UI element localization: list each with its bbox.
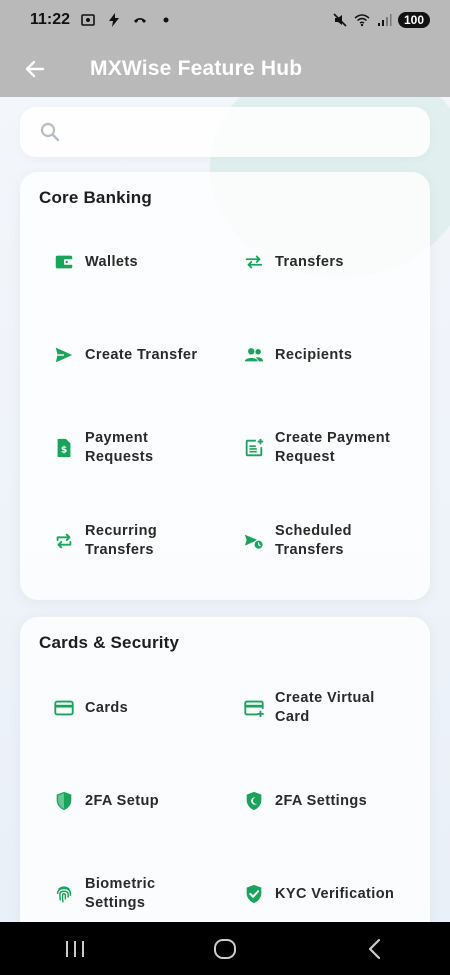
schedule-send-icon: [244, 534, 264, 550]
recent-apps-button[interactable]: [45, 929, 105, 969]
feature-create-transfer[interactable]: Create Transfer: [20, 315, 210, 395]
feature-create-payment-request[interactable]: Create Payment Request: [210, 408, 400, 488]
feature-label: Create Transfer: [85, 346, 198, 363]
fingerprint-icon: [56, 886, 72, 903]
feature-kyc-verification[interactable]: KYC Verification: [210, 854, 400, 922]
search-bar[interactable]: [20, 107, 430, 157]
feature-hub-content[interactable]: Core Banking Wallets Transfers Create Tr…: [0, 97, 450, 922]
feature-label: Wallets: [85, 253, 139, 270]
feature-label: Transfers: [275, 253, 344, 270]
verified-icon: [246, 884, 262, 904]
status-bar: 11:22 100: [0, 0, 450, 40]
page-title: MXWise Feature Hub: [90, 56, 303, 80]
swap-icon: [245, 255, 263, 269]
search-input[interactable]: [72, 122, 430, 142]
back-button[interactable]: [15, 49, 55, 89]
shield-moon-icon: [246, 791, 262, 811]
feature-label: Scheduled Transfers: [275, 523, 352, 558]
dot-icon: [163, 17, 169, 23]
feature-label: Biometric Settings: [85, 876, 156, 911]
section-title: Core Banking: [39, 188, 152, 207]
feature-cards[interactable]: Cards: [20, 668, 210, 748]
section-core-banking: Core Banking Wallets Transfers Create Tr…: [20, 172, 430, 600]
system-navigation-bar: [0, 922, 450, 975]
status-right: 100: [332, 12, 430, 28]
add-card-icon: [244, 700, 264, 718]
search-icon: [40, 122, 60, 142]
feature-recipients[interactable]: Recipients: [210, 315, 400, 395]
feature-scheduled-transfers[interactable]: Scheduled Transfers: [210, 501, 400, 581]
repeat-icon: [56, 533, 72, 549]
feature-transfers[interactable]: Transfers: [210, 222, 400, 302]
svg-text:$: $: [61, 445, 67, 456]
feature-label: 2FA Setup: [85, 792, 159, 809]
feature-label: Create Payment Request: [275, 430, 391, 465]
status-left: 11:22: [30, 11, 174, 29]
screenshot-icon: [81, 14, 95, 26]
feature-label: 2FA Settings: [275, 792, 368, 809]
feature-wallets[interactable]: Wallets: [20, 222, 210, 302]
feature-payment-requests[interactable]: $ Payment Requests: [20, 408, 210, 488]
status-time: 11:22: [30, 11, 71, 28]
home-button[interactable]: [195, 929, 255, 969]
feature-label: Create Virtual Card: [275, 690, 375, 725]
feature-label: Recurring Transfers: [85, 523, 158, 558]
feature-2fa-setup[interactable]: 2FA Setup: [20, 761, 210, 841]
feature-biometric-settings[interactable]: Biometric Settings: [20, 854, 210, 922]
back-nav-button[interactable]: [345, 929, 405, 969]
battery-level: 100: [397, 12, 430, 28]
shield-icon: [56, 791, 72, 811]
feature-label: Cards: [85, 699, 129, 716]
signal-icon: [377, 14, 392, 26]
app-bar: MXWise Feature Hub: [0, 40, 450, 97]
feature-label: Payment Requests: [85, 430, 154, 465]
bolt-icon: [109, 13, 120, 27]
mute-icon: [333, 13, 347, 27]
people-icon: [244, 348, 264, 362]
feature-create-virtual-card[interactable]: Create Virtual Card: [210, 668, 400, 748]
wifi-icon: [354, 14, 370, 27]
send-icon: [55, 347, 73, 363]
post-add-icon: [245, 438, 264, 457]
feature-recurring-transfers[interactable]: Recurring Transfers: [20, 501, 210, 581]
wallet-icon: [55, 255, 74, 269]
recent-apps-icon: [66, 940, 84, 957]
section-title: Cards & Security: [39, 633, 180, 652]
chevron-left-icon: [368, 938, 381, 959]
feature-label: Recipients: [275, 346, 353, 363]
credit-card-icon: [54, 700, 74, 716]
section-cards-security: Cards & Security Cards Create Virtual Ca…: [20, 617, 430, 922]
call-icon: [134, 18, 147, 23]
feature-2fa-settings[interactable]: 2FA Settings: [210, 761, 400, 841]
arrow-back-icon: [25, 60, 45, 77]
home-icon: [214, 938, 236, 959]
feature-label: KYC Verification: [275, 885, 395, 902]
invoice-dollar-icon: $: [57, 438, 71, 458]
